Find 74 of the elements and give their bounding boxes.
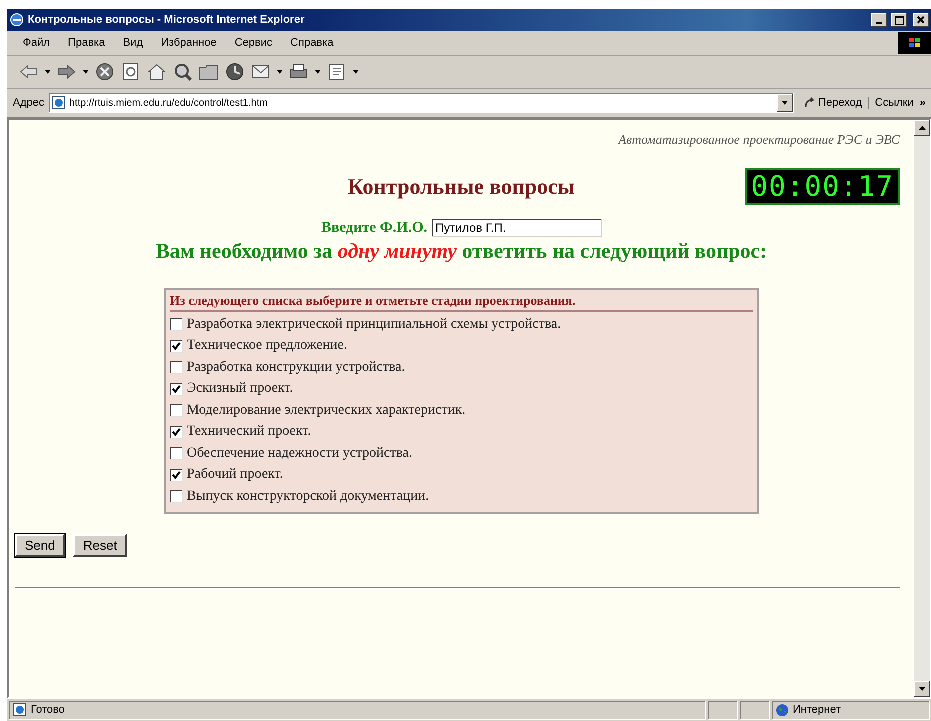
back-arrow-icon[interactable] xyxy=(19,63,39,81)
checkbox[interactable] xyxy=(170,468,183,482)
question-text: Вам необходимо за одну минуту ответить на следующий вопрос: xyxy=(156,239,768,264)
globe-icon xyxy=(776,704,789,716)
dropdown-arrow-icon xyxy=(782,101,788,105)
checkbox-label: Рабочий проект. xyxy=(187,467,284,484)
down-arrow-icon xyxy=(918,687,926,691)
search-icon[interactable] xyxy=(173,63,193,81)
menu-item[interactable]: Вид xyxy=(121,37,146,49)
close-icon xyxy=(917,16,925,24)
checkbox[interactable] xyxy=(170,318,183,332)
checkbox[interactable] xyxy=(170,361,183,374)
folder-icon[interactable] xyxy=(199,63,219,81)
checkbox[interactable] xyxy=(170,426,183,439)
list-title: Из следующего списка выберите и отметьте стадии проектирования. xyxy=(170,293,753,312)
windows-logo-icon xyxy=(898,32,931,54)
dropdown-arrow-icon xyxy=(83,70,89,74)
menu-item[interactable]: Правка xyxy=(66,37,108,49)
dropdown-arrow-icon xyxy=(353,70,359,74)
form-button[interactable]: Reset xyxy=(73,534,128,556)
stop-icon[interactable] xyxy=(95,63,115,81)
history-icon[interactable] xyxy=(225,63,245,81)
mail-icon[interactable] xyxy=(251,63,271,81)
dropdown-arrow-icon xyxy=(277,70,283,74)
scrollbar[interactable] xyxy=(914,120,930,697)
printer-icon[interactable] xyxy=(289,63,309,81)
timer-display: 00:00:17 xyxy=(745,168,900,205)
up-arrow-icon xyxy=(918,126,926,130)
form-button[interactable]: Send xyxy=(15,534,66,556)
site-subtitle: Автоматизированное проектирование РЭС и ЭВС xyxy=(618,132,900,148)
checkbox[interactable] xyxy=(170,490,183,504)
page-icon xyxy=(13,703,27,717)
name-field[interactable]: Путилов Г.П. xyxy=(432,219,602,237)
window-title: Контрольные вопросы - Microsoft Internet Explorer xyxy=(28,14,306,26)
maximize-icon xyxy=(894,16,904,24)
checkbox[interactable] xyxy=(170,340,183,353)
address-label: Адрес xyxy=(13,97,44,109)
minimize-button[interactable] xyxy=(871,13,887,27)
menu-item[interactable]: Избранное xyxy=(159,37,219,49)
status-panel xyxy=(740,700,770,720)
forward-arrow-icon[interactable] xyxy=(57,63,77,81)
checkbox-label: Разработка конструкции устройства. xyxy=(187,360,406,376)
checkbox-label: Технический проект. xyxy=(187,424,312,440)
close-button[interactable] xyxy=(913,13,929,27)
page-heading: Контрольные вопросы xyxy=(348,174,576,200)
checkbox-label: Обеспечение надежности устройства. xyxy=(187,446,412,462)
checkbox-label: Моделирование электрических характеристик. xyxy=(187,402,466,419)
page-icon xyxy=(52,96,66,110)
document-icon[interactable] xyxy=(327,63,347,81)
status-panel xyxy=(708,700,738,720)
home-icon[interactable] xyxy=(147,63,167,81)
more-chevron[interactable]: » xyxy=(920,97,926,109)
dropdown-arrow-icon xyxy=(315,70,321,74)
checkbox[interactable] xyxy=(170,404,183,418)
dropdown-button[interactable] xyxy=(777,94,794,112)
checkbox-label: Выпуск конструкторской документации. xyxy=(187,488,430,505)
address-url: http://rtuis.miem.edu.ru/edu/control/test1.htm xyxy=(70,98,269,108)
zone-text: Интернет xyxy=(793,704,841,716)
curved-arrow-icon xyxy=(804,97,816,109)
menu-item[interactable]: Справка xyxy=(288,37,336,49)
links-button[interactable]: Ссылки xyxy=(873,97,916,109)
status-text: Готово xyxy=(31,704,65,716)
checkbox-label: Эскизный проект. xyxy=(187,381,294,398)
dropdown-arrow-icon xyxy=(45,70,51,74)
checkbox[interactable] xyxy=(170,382,183,396)
checkbox[interactable] xyxy=(170,447,183,460)
address-field[interactable]: http://rtuis.miem.edu.ru/edu/control/test1.htm xyxy=(48,93,794,113)
go-button[interactable]: Переход xyxy=(798,97,870,109)
menu-item[interactable]: Сервис xyxy=(232,37,275,49)
checkbox-label: Техническое предложение. xyxy=(187,338,348,354)
name-label: Введите Ф.И.О. xyxy=(321,220,428,236)
maximize-button[interactable] xyxy=(891,13,907,27)
menu-item[interactable]: Файл xyxy=(21,37,52,49)
checkbox-label: Разработка электрической принципиальной схемы устройства. xyxy=(187,316,562,333)
